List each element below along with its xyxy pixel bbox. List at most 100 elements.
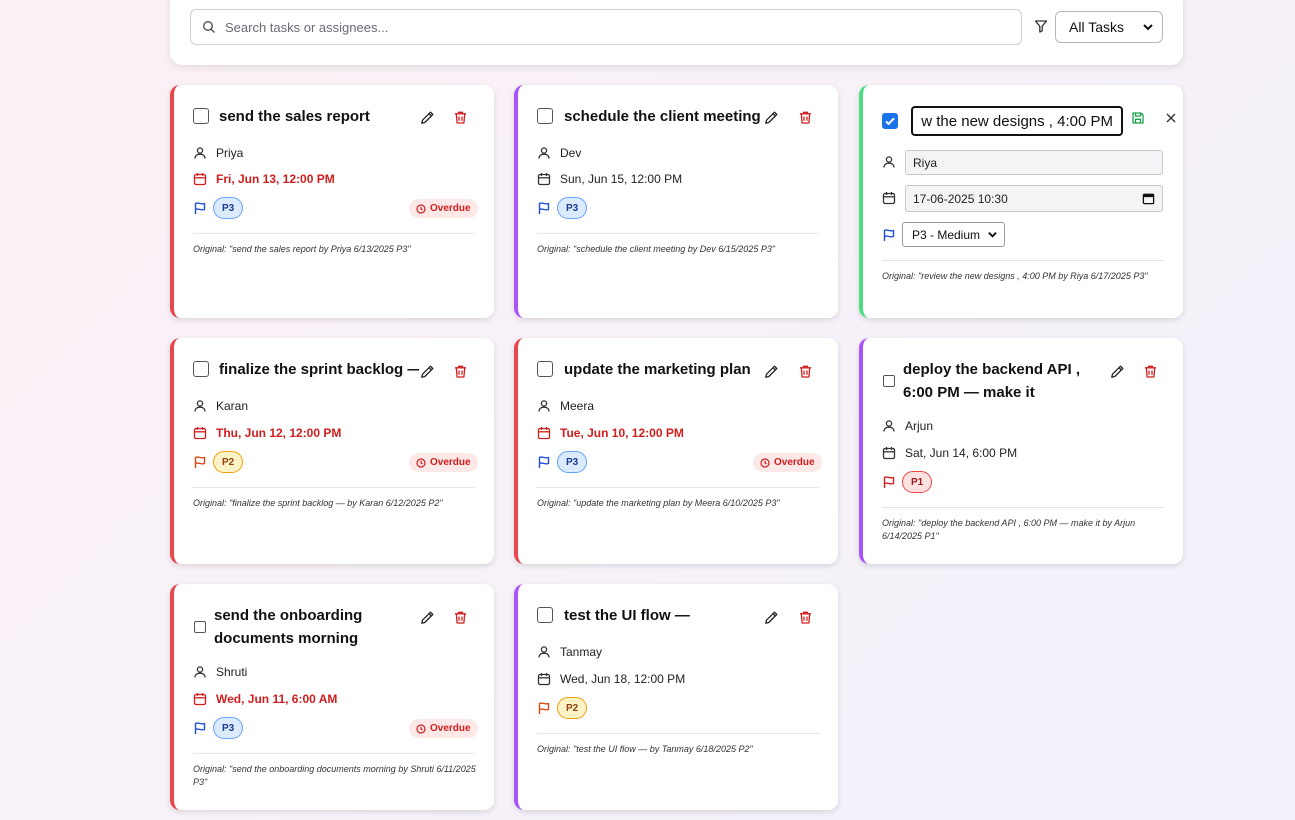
card-divider [193, 753, 475, 754]
task-due-date: Fri, Jun 13, 12:00 PM [216, 172, 335, 186]
due-date-edit-input[interactable]: 17-06-2025 10:30 [905, 185, 1163, 212]
edit-icon[interactable] [1110, 364, 1125, 379]
title-edit-value: w the new designs , 4:00 PM [921, 112, 1113, 130]
card-divider [537, 487, 819, 488]
overdue-badge: Overdue [409, 199, 478, 218]
flag-icon [883, 229, 895, 242]
task-assignee: Dev [560, 146, 582, 160]
task-due-date: Sun, Jun 15, 12:00 PM [560, 172, 683, 186]
task-title: update the marketing plan [564, 361, 751, 378]
edit-icon[interactable] [420, 610, 435, 625]
clock-icon [416, 723, 426, 734]
calendar-icon [193, 172, 207, 186]
task-title: deploy the backend API , 6:00 PM — make … [903, 361, 1080, 401]
original-text: Original: "test the UI flow — by Tanmay … [537, 744, 753, 754]
card-divider [537, 733, 819, 734]
priority-badge: P3 [557, 451, 588, 473]
overdue-label: Overdue [430, 457, 471, 468]
task-card: test the UI flow — Tanmay Wed, Jun 18, 1… [514, 584, 838, 810]
task-complete-checkbox[interactable] [193, 108, 209, 124]
overdue-badge: Overdue [753, 453, 822, 472]
chevron-down-icon [1143, 24, 1153, 31]
assignee-edit-value: Riya [913, 155, 938, 170]
edit-icon[interactable] [764, 110, 779, 125]
edit-icon[interactable] [764, 364, 779, 379]
delete-icon[interactable] [798, 110, 813, 125]
priority-badge: P1 [902, 471, 933, 493]
task-due-date: Wed, Jun 11, 6:00 AM [216, 692, 338, 706]
card-divider [193, 487, 475, 488]
flag-icon [194, 456, 206, 469]
user-icon [883, 420, 895, 433]
task-card-editing: w the new designs , 4:00 PM Riya 17-06-2… [859, 85, 1183, 318]
card-divider [882, 507, 1164, 508]
original-text: Original: "send the onboarding documents… [193, 764, 476, 787]
overdue-badge: Overdue [409, 453, 478, 472]
calendar-icon [882, 191, 896, 205]
edit-icon[interactable] [764, 610, 779, 625]
task-assignee: Shruti [216, 665, 248, 679]
user-icon [538, 400, 550, 413]
overdue-label: Overdue [430, 723, 471, 734]
edit-icon[interactable] [420, 364, 435, 379]
task-assignee: Meera [560, 399, 595, 413]
user-icon [538, 147, 550, 160]
original-text: Original: "finalize the sprint backlog —… [193, 498, 443, 508]
search-box[interactable] [190, 9, 1022, 45]
task-filter-select[interactable]: All Tasks [1055, 11, 1163, 43]
flag-icon [538, 456, 550, 469]
task-title: finalize the sprint backlog — [219, 361, 419, 378]
task-assignee: Karan [216, 399, 249, 413]
task-due-date: Thu, Jun 12, 12:00 PM [216, 426, 342, 440]
title-edit-input[interactable]: w the new designs , 4:00 PM [911, 106, 1123, 136]
priority-badge: P2 [213, 451, 244, 473]
task-assignee: Priya [216, 146, 244, 160]
task-title: send the sales report [219, 108, 370, 125]
priority-badge: P3 [557, 197, 588, 219]
delete-icon[interactable] [798, 364, 813, 379]
task-card: update the marketing plan Meera Tue, Jun… [514, 338, 838, 564]
delete-icon[interactable] [798, 610, 813, 625]
overdue-label: Overdue [774, 457, 815, 468]
priority-badge: P2 [557, 697, 588, 719]
task-title: send the onboarding documents morning [214, 607, 363, 647]
task-card: deploy the backend API , 6:00 PM — make … [859, 338, 1183, 564]
filter-icon[interactable] [1034, 19, 1048, 33]
task-complete-checkbox[interactable] [193, 361, 209, 377]
save-icon[interactable] [1131, 111, 1145, 125]
task-complete-checkbox[interactable] [883, 375, 895, 387]
delete-icon[interactable] [453, 610, 468, 625]
priority-badge: P3 [213, 717, 244, 739]
user-icon [883, 156, 895, 169]
task-title: schedule the client meeting [564, 108, 760, 125]
calendar-icon [882, 446, 896, 460]
task-complete-checkbox[interactable] [537, 361, 553, 377]
delete-icon[interactable] [1143, 364, 1158, 379]
flag-icon [538, 202, 550, 215]
task-card: send the onboarding documents morning Sh… [170, 584, 494, 810]
original-text: Original: "update the marketing plan by … [537, 498, 780, 508]
overdue-badge: Overdue [409, 719, 478, 738]
delete-icon[interactable] [453, 110, 468, 125]
search-input[interactable] [225, 12, 1021, 42]
original-text: Original: "deploy the backend API , 6:00… [882, 518, 1136, 541]
due-date-edit-value: 17-06-2025 10:30 [913, 191, 1008, 206]
task-due-date: Tue, Jun 10, 12:00 PM [560, 426, 684, 440]
task-complete-checkbox[interactable] [537, 108, 553, 124]
task-complete-checkbox[interactable] [194, 621, 206, 633]
assignee-edit-input[interactable]: Riya [905, 150, 1163, 175]
task-complete-checkbox[interactable] [537, 607, 553, 623]
original-text: Original: "send the sales report by Priy… [193, 244, 411, 254]
task-complete-checkbox[interactable] [882, 113, 898, 129]
priority-select[interactable]: P3 - Medium [902, 222, 1005, 247]
delete-icon[interactable] [453, 364, 468, 379]
search-icon [202, 20, 215, 33]
task-card: finalize the sprint backlog — Karan Thu,… [170, 338, 494, 564]
checkmark-icon [885, 117, 895, 126]
priority-select-value: P3 - Medium [912, 227, 981, 242]
task-card: schedule the client meeting Dev Sun, Jun… [514, 85, 838, 318]
edit-icon[interactable] [420, 110, 435, 125]
close-icon[interactable] [1165, 112, 1177, 124]
user-icon [538, 646, 550, 659]
calendar-picker-icon[interactable] [1142, 192, 1155, 205]
